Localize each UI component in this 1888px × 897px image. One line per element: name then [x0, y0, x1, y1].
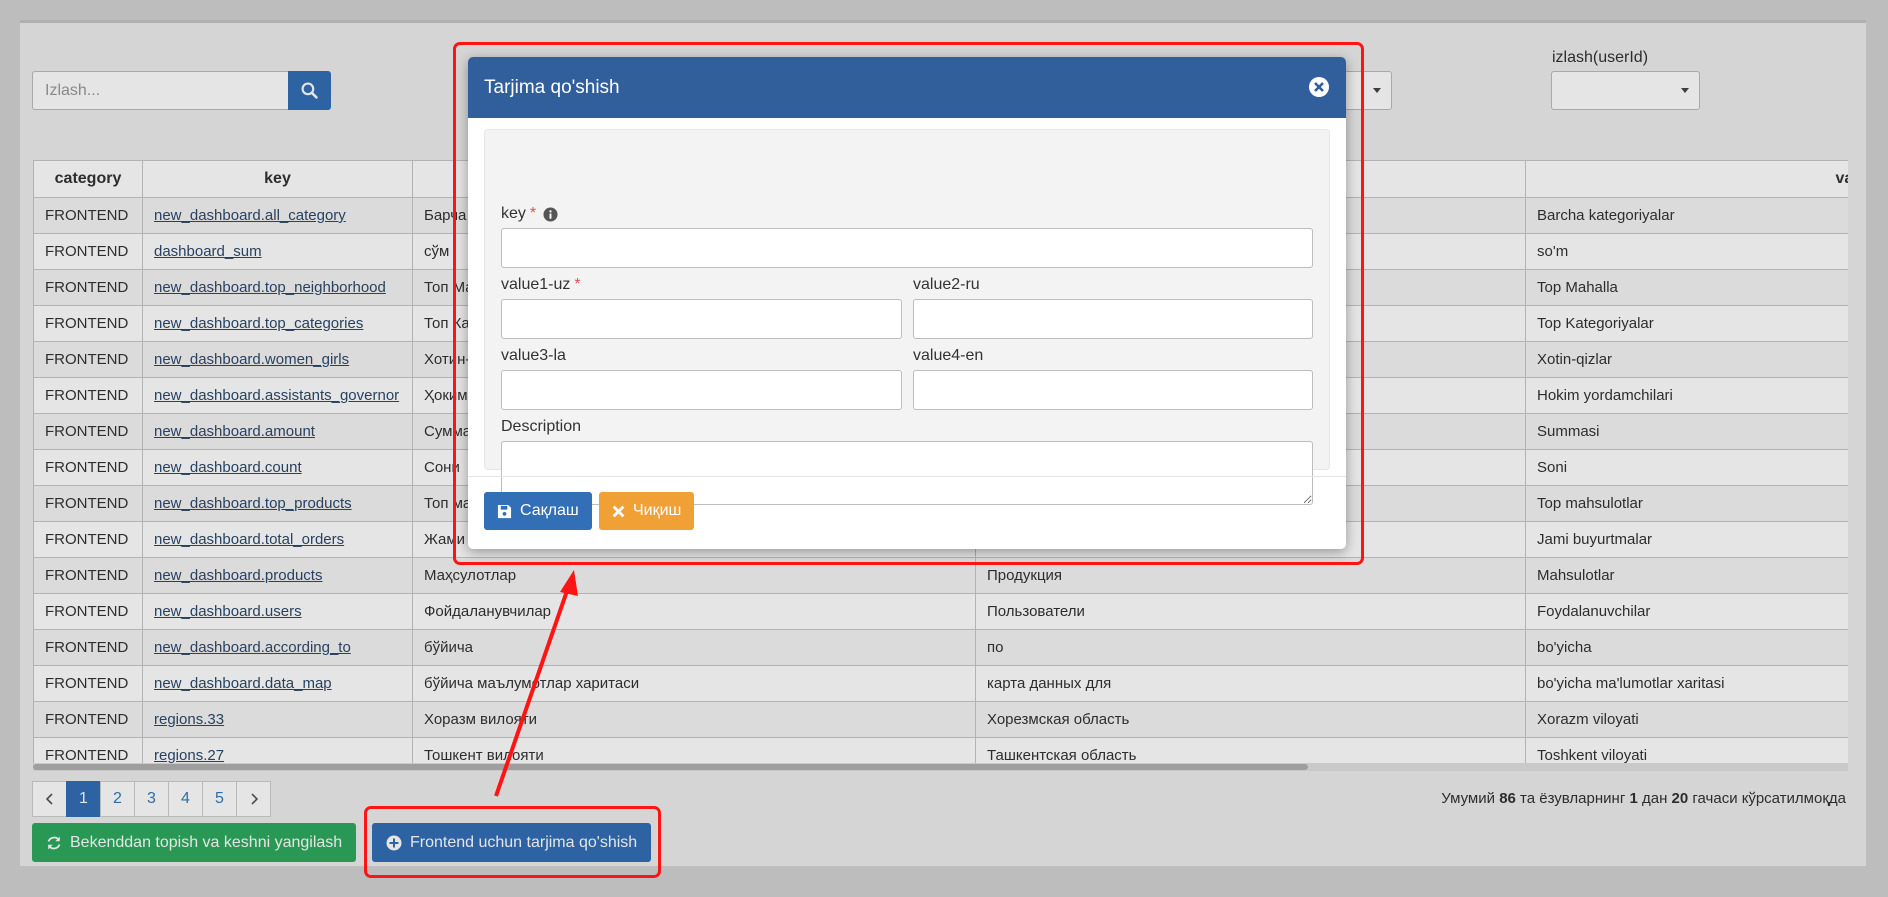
- modal-title: Tarjima qo'shish: [484, 76, 620, 98]
- close-icon[interactable]: [1308, 76, 1330, 98]
- save-icon: [497, 504, 512, 518]
- value3-input[interactable]: [501, 370, 902, 410]
- exit-button[interactable]: Чиқиш: [599, 492, 695, 530]
- value4-input[interactable]: [913, 370, 1313, 410]
- value1-label: value1-uz *: [501, 276, 581, 293]
- value3-label: value3-la: [501, 347, 566, 364]
- modal-header: Tarjima qo'shish: [468, 57, 1346, 118]
- key-label: key *: [501, 205, 558, 223]
- value2-label: value2-ru: [913, 276, 980, 293]
- key-input[interactable]: [501, 228, 1313, 268]
- save-button[interactable]: Сақлаш: [484, 492, 592, 530]
- add-translation-modal: Tarjima qo'shish key * value1-uz * value2-…: [468, 57, 1346, 549]
- value2-input[interactable]: [913, 299, 1313, 339]
- modal-footer: Сақлаш Чиқиш: [468, 476, 1346, 549]
- close-icon: [612, 505, 625, 517]
- value4-label: value4-en: [913, 347, 984, 364]
- value1-input[interactable]: [501, 299, 902, 339]
- info-icon[interactable]: [543, 206, 558, 222]
- description-label: Description: [501, 418, 582, 435]
